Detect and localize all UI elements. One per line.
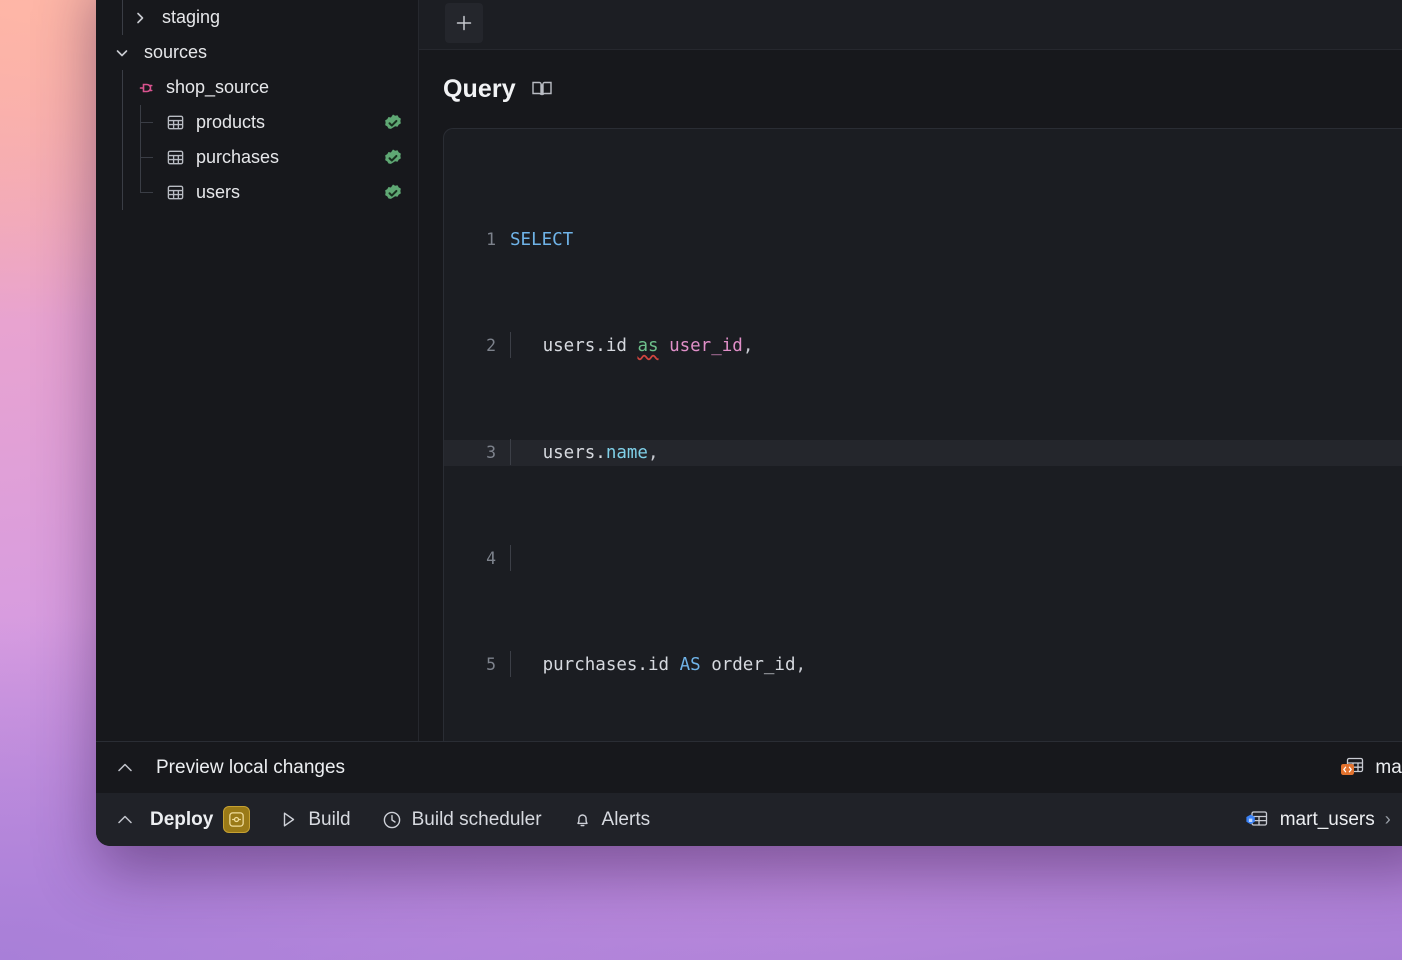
code-line-active[interactable]: 3 users.name, — [444, 438, 1402, 467]
desktop-background: staging sources shop_source products pur… — [0, 0, 1402, 960]
preview-model-ref[interactable]: mart_ — [1339, 756, 1402, 780]
indent-guide — [122, 140, 123, 175]
deploy-label: Deploy — [150, 808, 214, 830]
code-table-icon — [1339, 756, 1365, 780]
chevron-down-icon[interactable] — [114, 45, 130, 61]
tab-strip — [419, 0, 1402, 50]
table-icon — [164, 112, 186, 134]
chevron-up-icon[interactable] — [110, 753, 140, 783]
build-button[interactable]: Build — [272, 805, 356, 835]
book-icon[interactable] — [530, 77, 554, 101]
main-split: staging sources shop_source products pur… — [96, 0, 1402, 741]
sidebar-item-label: sources — [144, 42, 208, 62]
sidebar-item-sources[interactable]: sources — [96, 35, 418, 70]
status-badge-success — [382, 147, 404, 169]
app-window: staging sources shop_source products pur… — [96, 0, 1402, 846]
db-table-icon — [1244, 808, 1270, 832]
line-number: 1 — [486, 229, 496, 249]
breadcrumb-separator: › — [1384, 809, 1391, 829]
bell-icon — [572, 809, 593, 830]
alerts-label: Alerts — [601, 808, 651, 830]
code-line[interactable]: 2 users.id as user_id, — [444, 332, 1402, 360]
window-body: staging sources shop_source products pur… — [96, 0, 1402, 846]
build-scheduler-label: Build scheduler — [411, 808, 542, 830]
code-content[interactable]: 1 SELECT 2 users.id as user_id, 3 users.… — [444, 129, 1402, 741]
line-number: 3 — [486, 442, 496, 462]
content-area: Query 1 SELECT 2 users.id as user_id, 3 … — [419, 0, 1402, 741]
sidebar-item-label: shop_source — [166, 77, 270, 97]
build-label: Build — [308, 808, 351, 830]
indent-guide — [122, 175, 123, 210]
deploy-model-label: mart_users — [1279, 808, 1375, 830]
chevron-up-icon[interactable] — [110, 805, 140, 835]
code-text: SELECT — [510, 229, 574, 250]
line-number: 2 — [486, 336, 496, 356]
chevron-right-icon[interactable] — [132, 10, 148, 26]
sidebar-item-label: users — [196, 182, 241, 202]
table-icon — [164, 182, 186, 204]
alerts-button[interactable]: Alerts — [566, 805, 657, 835]
code-line[interactable]: 1 SELECT — [444, 227, 1402, 254]
deploy-bar[interactable]: Deploy Build Build scheduler Alerts mart… — [96, 793, 1402, 846]
clock-icon — [381, 809, 403, 831]
preview-local-changes-label: Preview local changes — [156, 756, 346, 778]
query-header: Query — [419, 50, 1402, 128]
tree-connector — [140, 122, 153, 123]
preview-local-changes-bar[interactable]: Preview local changes mart_ — [96, 741, 1402, 793]
table-icon — [164, 147, 186, 169]
code-text — [510, 544, 531, 573]
sidebar-item-users[interactable]: users — [96, 175, 418, 210]
code-text: users.name, — [510, 438, 679, 467]
indent-guide — [122, 0, 123, 35]
sidebar-item-label: products — [196, 112, 266, 132]
deploy-breadcrumb[interactable]: mart_users › Bu — [1244, 808, 1402, 832]
sidebar-item-products[interactable]: products — [96, 105, 418, 140]
query-editor[interactable]: 1 SELECT 2 users.id as user_id, 3 users.… — [443, 128, 1402, 741]
sidebar-item-staging[interactable]: staging — [96, 0, 418, 35]
plus-icon — [456, 15, 472, 30]
build-scheduler-button[interactable]: Build scheduler — [375, 805, 548, 835]
tree-connector — [140, 192, 153, 193]
line-number: 4 — [486, 548, 496, 568]
project-tree-sidebar[interactable]: staging sources shop_source products pur… — [96, 0, 419, 741]
indent-guide — [122, 70, 123, 105]
sidebar-item-purchases[interactable]: purchases — [96, 140, 418, 175]
code-text: purchases.id AS order_id, — [510, 651, 826, 679]
add-tab-button[interactable] — [445, 2, 483, 43]
sidebar-item-shop-source[interactable]: shop_source — [96, 70, 418, 105]
preview-model-label: mart_ — [1375, 756, 1402, 778]
code-text: users.id as user_id, — [510, 332, 773, 360]
sidebar-item-label: staging — [162, 7, 221, 27]
page-title: Query — [443, 74, 516, 103]
sidebar-item-label: purchases — [196, 147, 280, 167]
status-badge-success — [382, 112, 404, 134]
deploy-status-badge[interactable] — [223, 806, 251, 833]
indent-guide — [122, 105, 123, 140]
code-line[interactable]: 4 — [444, 544, 1402, 573]
line-number: 5 — [486, 655, 496, 675]
status-badge-success — [382, 182, 404, 204]
indent-guide — [140, 175, 141, 193]
code-line[interactable]: 5 purchases.id AS order_id, — [444, 651, 1402, 679]
tree-connector — [140, 157, 153, 158]
plug-icon — [134, 77, 156, 99]
play-icon — [278, 809, 299, 830]
